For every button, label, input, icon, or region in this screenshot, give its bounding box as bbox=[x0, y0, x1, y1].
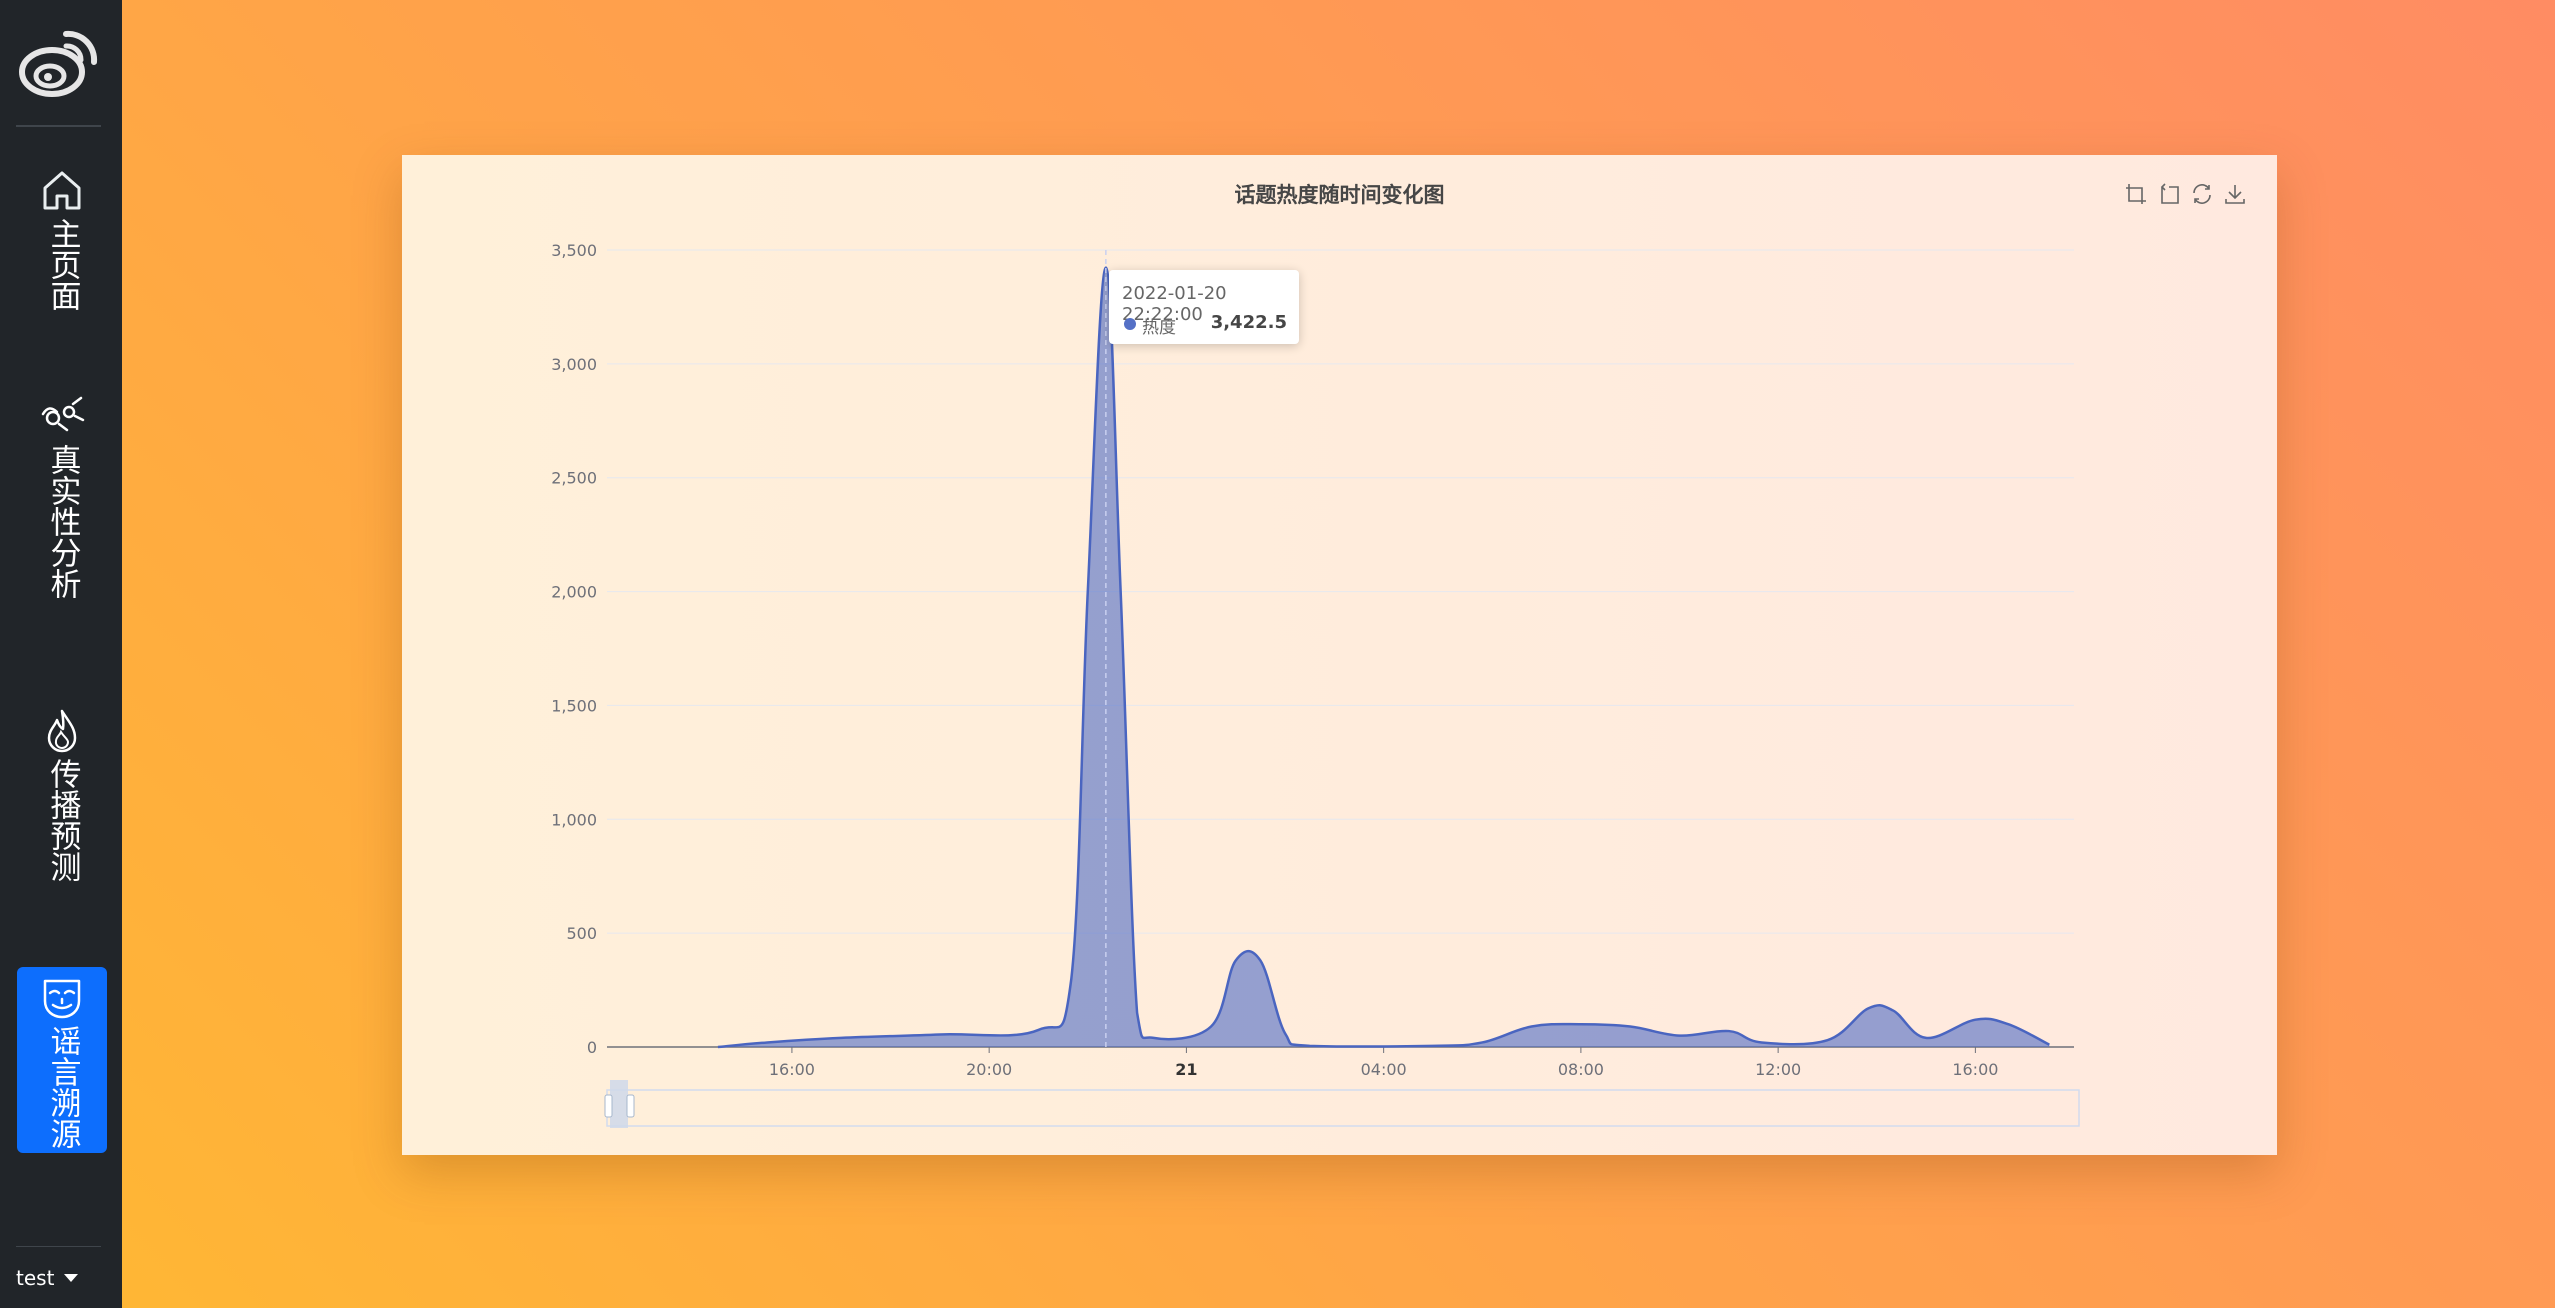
user-dropdown[interactable]: test bbox=[16, 1266, 79, 1290]
datazoom-selection[interactable] bbox=[610, 1080, 628, 1128]
datazoom-track[interactable] bbox=[606, 1089, 2080, 1127]
tooltip-series-name: 热度 bbox=[1142, 318, 1176, 338]
x-tick-label: 04:00 bbox=[1361, 1060, 1407, 1079]
nav-item-label: 谣言溯源 bbox=[44, 1025, 81, 1149]
x-tick-label: 20:00 bbox=[966, 1060, 1012, 1079]
sidebar: 主页面 真实性分析 传播预测 谣言溯源 test bbox=[0, 0, 122, 1308]
series-area bbox=[717, 267, 2050, 1048]
series-marker-icon bbox=[1124, 318, 1136, 330]
x-tick-label: 21 bbox=[1175, 1060, 1197, 1079]
y-tick-label: 0 bbox=[587, 1038, 597, 1057]
y-tick-label: 1,000 bbox=[551, 810, 597, 829]
nav-item-home[interactable]: 主页面 bbox=[17, 168, 107, 311]
x-tick-label: 16:00 bbox=[1952, 1060, 1998, 1079]
nav-item-propagation[interactable]: 传播预测 bbox=[17, 708, 107, 882]
chart-card: 话题热度随时间变化图 0 500 1,000 1,500 2,000 2,500 3,000… bbox=[402, 155, 2277, 1155]
y-tick-label: 500 bbox=[566, 924, 597, 943]
x-tick-label: 16:00 bbox=[769, 1060, 815, 1079]
nav-item-label: 主页面 bbox=[44, 218, 81, 311]
y-tick-label: 2,500 bbox=[551, 469, 597, 488]
series-line bbox=[717, 266, 2050, 1049]
chart-tooltip: 2022-01-20 22:22:00 热度 3,422.5 bbox=[1109, 270, 1299, 344]
tooltip-value: 3,422.5 bbox=[1210, 312, 1287, 333]
caret-down-icon bbox=[64, 1274, 79, 1282]
sidebar-divider bbox=[16, 1246, 101, 1247]
mask-icon bbox=[43, 979, 81, 1019]
y-tick-label: 3,500 bbox=[551, 241, 597, 260]
datazoom-handle-left[interactable] bbox=[604, 1094, 613, 1118]
y-tick-label: 1,500 bbox=[551, 696, 597, 715]
weibo-logo-icon[interactable] bbox=[18, 24, 102, 100]
nav-item-label: 传播预测 bbox=[44, 758, 81, 882]
analysis-icon bbox=[41, 396, 85, 432]
home-icon bbox=[43, 171, 81, 210]
datazoom-handle-right[interactable] bbox=[626, 1094, 635, 1118]
chart-plot: 0 500 1,000 1,500 2,000 2,500 3,000 3,500 16:00… bbox=[551, 241, 2080, 1128]
sidebar-divider bbox=[16, 125, 101, 127]
y-tick-label: 2,000 bbox=[551, 583, 597, 602]
nav-item-label: 真实性分析 bbox=[44, 444, 81, 599]
flame-icon bbox=[47, 709, 77, 753]
nav-item-analysis[interactable]: 真实性分析 bbox=[17, 394, 107, 599]
username: test bbox=[16, 1266, 55, 1290]
x-tick-label: 08:00 bbox=[1558, 1060, 1604, 1079]
x-tick-label: 12:00 bbox=[1755, 1060, 1801, 1079]
y-tick-label: 3,000 bbox=[551, 355, 597, 374]
nav-item-rumor-trace[interactable]: 谣言溯源 bbox=[17, 967, 107, 1153]
